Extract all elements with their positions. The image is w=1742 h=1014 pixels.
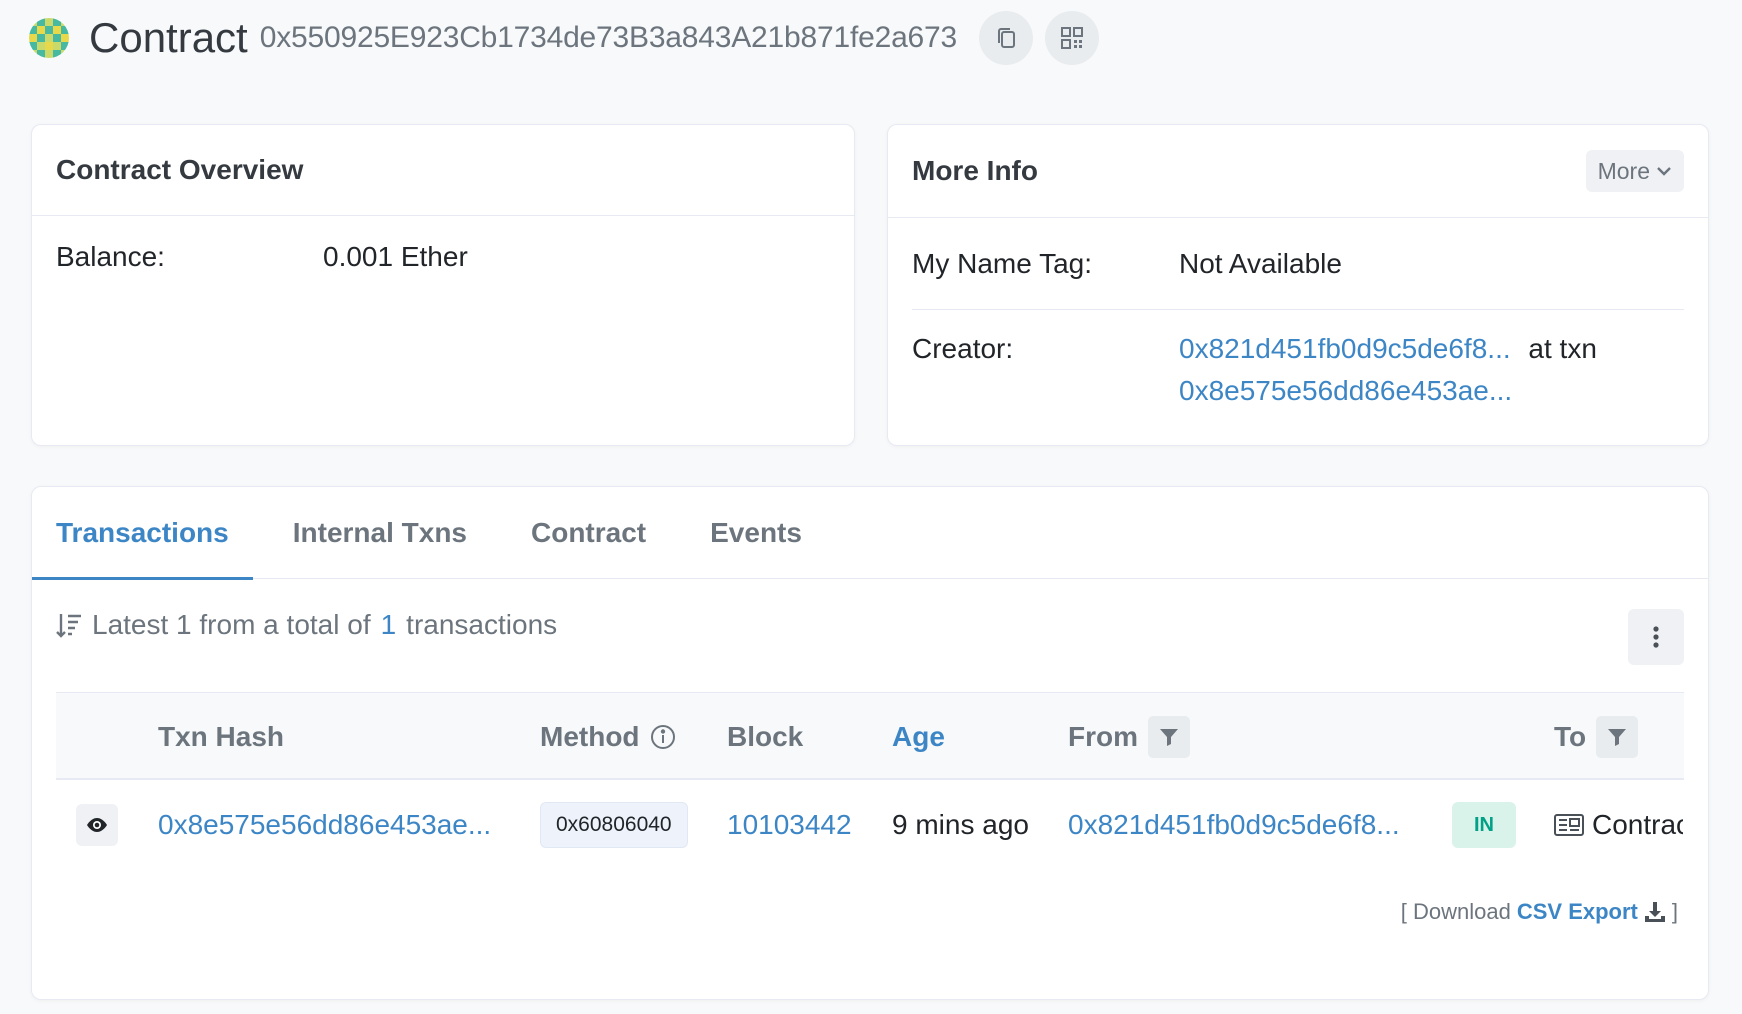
tab-bar: Transactions Internal Txns Contract Even… xyxy=(32,487,1708,580)
balance-value: 0.001 Ether xyxy=(323,241,468,272)
method-badge: 0x60806040 xyxy=(540,802,688,848)
transactions-summary: Latest 1 from a total of 1 transactions xyxy=(56,609,557,641)
tab-contract[interactable]: Contract xyxy=(531,487,646,579)
col-method: Method xyxy=(540,693,676,781)
tab-events[interactable]: Events xyxy=(710,487,802,579)
col-block-label: Block xyxy=(727,721,804,752)
contract-document-icon xyxy=(1554,814,1584,836)
at-txn-text: at txn xyxy=(1528,333,1597,364)
copy-address-button[interactable] xyxy=(979,11,1034,65)
col-age[interactable]: Age xyxy=(892,693,945,781)
txn-hash-cell: 0x8e575e56dd86e453ae... xyxy=(158,780,491,870)
creator-label: Creator: xyxy=(912,333,1014,364)
creator-txn-link[interactable]: 0x8e575e56dd86e453ae... xyxy=(1179,375,1512,406)
age-cell: 9 mins ago xyxy=(892,780,1029,870)
block-cell: 10103442 xyxy=(727,780,852,870)
col-from-label: From xyxy=(1068,721,1138,752)
contract-overview-title: Contract Overview xyxy=(56,154,304,185)
contract-address: 0x550925E923Cb1734de73B3a843A21b871fe2a6… xyxy=(259,21,958,54)
page-header: Contract 0x550925E923Cb1734de73B3a843A21… xyxy=(29,8,1111,68)
col-to-label: To xyxy=(1554,721,1587,752)
col-age-label[interactable]: Age xyxy=(892,721,945,753)
page-title: Contract xyxy=(89,14,248,61)
to-value[interactable]: Contract Creation xyxy=(1592,809,1683,841)
preview-button[interactable] xyxy=(76,804,118,846)
more-info-title: More Info xyxy=(912,155,1038,186)
txn-hash-link[interactable]: 0x8e575e56dd86e453ae... xyxy=(158,809,491,841)
age-value: 9 mins ago xyxy=(892,809,1029,840)
more-dropdown-button[interactable]: More xyxy=(1585,150,1684,192)
tab-internal-txns[interactable]: Internal Txns xyxy=(293,487,467,579)
col-to: To xyxy=(1554,693,1639,781)
row-preview-cell xyxy=(76,780,118,870)
creator-row: Creator: 0x821d451fb0d9c5de6f8... at txn… xyxy=(912,310,1684,412)
tab-transactions[interactable]: Transactions xyxy=(32,487,253,580)
from-cell: 0x821d451fb0d9c5de6f8... xyxy=(1068,780,1400,870)
name-tag-row: My Name Tag: Not Available xyxy=(912,218,1684,310)
balance-label: Balance: xyxy=(56,241,165,272)
method-cell: 0x60806040 xyxy=(540,780,688,870)
summary-prefix: Latest 1 from a total of xyxy=(92,609,371,640)
creator-address-link[interactable]: 0x821d451fb0d9c5de6f8... xyxy=(1179,333,1511,364)
more-label: More xyxy=(1597,157,1650,184)
filter-icon xyxy=(1160,729,1178,746)
from-filter-button[interactable] xyxy=(1148,716,1190,758)
csv-export-link[interactable]: CSV Export xyxy=(1517,899,1638,925)
col-txn-hash-label: Txn Hash xyxy=(158,721,285,752)
copy-icon xyxy=(998,28,1016,48)
col-block: Block xyxy=(727,693,803,781)
sort-descending-icon xyxy=(56,614,81,638)
block-link[interactable]: 10103442 xyxy=(727,809,852,841)
summary-count-link[interactable]: 1 xyxy=(381,609,397,641)
download-icon[interactable] xyxy=(1644,901,1666,923)
name-tag-value: Not Available xyxy=(1179,247,1342,279)
creator-value: 0x821d451fb0d9c5de6f8... at txn 0x8e575e… xyxy=(1179,328,1597,412)
balance-row: Balance: 0.001 Ether xyxy=(32,216,854,278)
chevron-down-icon xyxy=(1657,167,1671,176)
info-icon[interactable] xyxy=(650,724,676,750)
direction-cell: IN xyxy=(1452,780,1516,870)
more-options-button[interactable] xyxy=(1628,609,1684,665)
contract-overview-header: Contract Overview xyxy=(32,125,854,216)
to-filter-button[interactable] xyxy=(1596,716,1639,758)
csv-open-text: [ Download xyxy=(1400,899,1511,924)
qr-code-icon xyxy=(1061,27,1084,49)
qr-code-button[interactable] xyxy=(1045,11,1100,65)
col-from: From xyxy=(1068,693,1190,781)
eye-icon xyxy=(87,818,107,832)
more-info-card: More Info More My Name Tag: Not Availabl… xyxy=(887,124,1709,446)
filter-icon xyxy=(1608,729,1627,746)
name-tag-label: My Name Tag: xyxy=(912,247,1092,279)
contract-blockie-avatar xyxy=(29,18,69,58)
direction-in-badge: IN xyxy=(1452,802,1516,848)
col-txn-hash: Txn Hash xyxy=(158,693,284,781)
col-method-label: Method xyxy=(540,721,640,752)
table-row: 0x8e575e56dd86e453ae... 0x60806040 10103… xyxy=(56,780,1684,870)
to-cell: Contract Creation xyxy=(1554,780,1683,870)
from-address-link[interactable]: 0x821d451fb0d9c5de6f8... xyxy=(1068,809,1400,841)
vertical-ellipsis-icon xyxy=(1653,626,1659,648)
transactions-card: Transactions Internal Txns Contract Even… xyxy=(31,486,1709,1000)
contract-overview-card: Contract Overview Balance: 0.001 Ether xyxy=(31,124,855,446)
summary-suffix: transactions xyxy=(406,609,558,640)
more-info-header: More Info More xyxy=(888,125,1708,218)
csv-close-text: ] xyxy=(1671,899,1678,924)
table-header: Txn Hash Method Block Age From To xyxy=(56,692,1684,780)
csv-export: [ Download CSV Export ] xyxy=(1401,899,1678,925)
